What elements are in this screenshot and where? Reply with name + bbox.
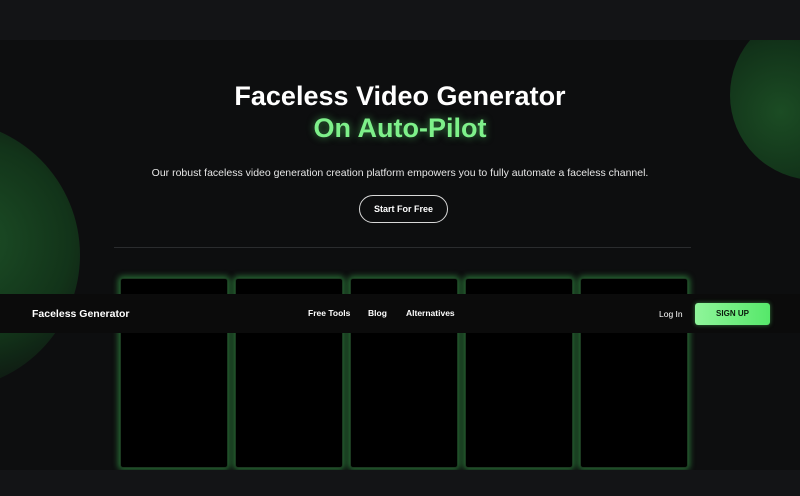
brand-logo-text[interactable]: Faceless Generator (32, 307, 129, 321)
hero-title-accent: On Auto-Pilot (313, 113, 487, 143)
navbar: Faceless Generator Free Tools Blog Alter… (0, 294, 800, 333)
sign-up-button[interactable]: SIGN UP (695, 303, 770, 325)
hero-subtitle: Our robust faceless video generation cre… (151, 167, 649, 179)
login-link[interactable]: Log In (659, 308, 683, 321)
hero-divider (114, 247, 691, 248)
decorative-glow-left (0, 120, 80, 390)
bottom-strip (0, 470, 800, 496)
hero-title: Faceless Video Generator (234, 81, 566, 111)
nav-link-free-tools[interactable]: Free Tools (308, 307, 350, 320)
nav-link-blog[interactable]: Blog (368, 307, 387, 320)
nav-link-alternatives[interactable]: Alternatives (406, 307, 455, 320)
top-strip (0, 0, 800, 40)
start-for-free-button[interactable]: Start For Free (359, 195, 448, 223)
